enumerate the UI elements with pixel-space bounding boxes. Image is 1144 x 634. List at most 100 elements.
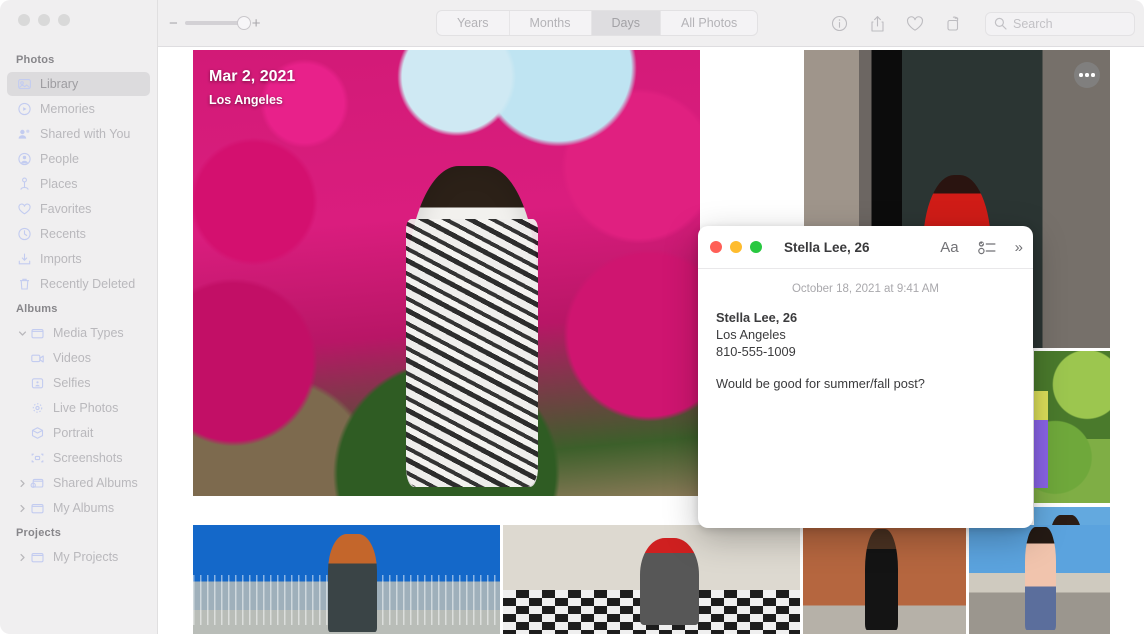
notes-content[interactable]: Stella Lee, 26 Los Angeles 810-555-1009 Wou…	[716, 309, 1015, 392]
sidebar: Photos Library Memories Shared with You Peop…	[0, 0, 158, 634]
notes-blank-line	[716, 360, 1015, 375]
notes-minimize-button[interactable]	[730, 241, 742, 253]
search-placeholder: Search	[1013, 16, 1053, 31]
sidebar-item-label: Places	[40, 177, 78, 191]
sidebar-item-shared-albums[interactable]: Shared Albums	[7, 471, 150, 495]
notes-close-button[interactable]	[710, 241, 722, 253]
sidebar-item-recents[interactable]: Recents	[7, 222, 150, 246]
notes-window[interactable]: Stella Lee, 26 Aa » October 18, 2021 at …	[698, 226, 1033, 528]
photo-hero[interactable]: Mar 2, 2021 Los Angeles	[193, 50, 700, 496]
photo-street[interactable]	[969, 525, 1110, 634]
sidebar-item-label: Portrait	[53, 426, 94, 440]
sidebar-item-imports[interactable]: Imports	[7, 247, 150, 271]
photo-date-label: Mar 2, 2021	[209, 68, 296, 85]
notes-text-line: Los Angeles	[716, 327, 786, 342]
live-photo-icon	[29, 401, 46, 416]
view-mode-all-photos[interactable]: All Photos	[661, 11, 757, 35]
hero-subject-pattern	[405, 219, 538, 488]
sidebar-item-selfies[interactable]: Selfies	[7, 371, 150, 395]
format-aa-button[interactable]: Aa	[940, 240, 958, 255]
clock-icon	[16, 227, 33, 242]
view-mode-segmented-control[interactable]: Years Months Days All Photos	[436, 10, 759, 36]
sidebar-item-label: Selfies	[53, 376, 91, 390]
sidebar-item-label: People	[40, 152, 79, 166]
search-icon	[994, 17, 1007, 30]
view-mode-years[interactable]: Years	[437, 11, 510, 35]
notes-body[interactable]: October 18, 2021 at 9:41 AM Stella Lee, …	[698, 269, 1033, 392]
shared-folder-icon	[29, 476, 46, 491]
sidebar-item-label: Videos	[53, 351, 91, 365]
library-icon	[16, 77, 33, 92]
checklist-icon[interactable]	[977, 240, 996, 255]
sidebar-item-favorites[interactable]: Favorites	[7, 197, 150, 221]
minimize-button[interactable]	[38, 14, 50, 26]
photo-checkered-floor[interactable]	[503, 525, 800, 634]
share-icon[interactable]	[867, 14, 887, 34]
sidebar-item-people[interactable]: People	[7, 147, 150, 171]
sidebar-item-shared-with-you[interactable]: Shared with You	[7, 122, 150, 146]
shared-with-you-icon	[16, 127, 33, 142]
zoom-slider[interactable]: − +	[169, 16, 261, 31]
expand-chevron-icon[interactable]: »	[1015, 240, 1023, 255]
twisty-expanded-icon[interactable]	[16, 329, 29, 338]
view-mode-months[interactable]: Months	[510, 11, 592, 35]
selfie-icon	[29, 376, 46, 391]
sidebar-item-live-photos[interactable]: Live Photos	[7, 396, 150, 420]
photo-subject-redhair	[328, 533, 378, 632]
photo-brick-wall[interactable]	[803, 525, 966, 634]
folder-icon	[29, 501, 46, 516]
maximize-button[interactable]	[58, 14, 70, 26]
notes-maximize-button[interactable]	[750, 241, 762, 253]
sidebar-list: Photos Library Memories Shared with You Peop…	[0, 34, 157, 569]
sidebar-section-header: Photos	[16, 54, 55, 66]
memories-icon	[16, 102, 33, 117]
sidebar-item-videos[interactable]: Videos	[7, 346, 150, 370]
zoom-slider-track[interactable]	[184, 16, 251, 30]
sidebar-item-label: Recents	[40, 227, 86, 241]
sidebar-item-label: Imports	[40, 252, 82, 266]
sidebar-item-screenshots[interactable]: Screenshots	[7, 446, 150, 470]
photo-subject-kimono-2	[1025, 527, 1057, 630]
sidebar-item-library[interactable]: Library	[7, 72, 150, 96]
sidebar-item-label: Library	[40, 77, 79, 91]
portrait-icon	[29, 426, 46, 441]
heart-icon[interactable]	[905, 14, 925, 34]
zoom-in-icon[interactable]: +	[252, 16, 261, 31]
sidebar-item-media-types[interactable]: Media Types	[7, 321, 150, 345]
sidebar-item-portrait[interactable]: Portrait	[7, 421, 150, 445]
notes-text-line: Would be good for summer/fall post?	[716, 376, 925, 391]
sidebar-item-places[interactable]: Places	[7, 172, 150, 196]
photo-subject-black-dress	[864, 529, 898, 630]
sidebar-item-label: Shared Albums	[53, 476, 138, 490]
twisty-collapsed-icon[interactable]	[16, 553, 29, 562]
close-button[interactable]	[18, 14, 30, 26]
view-mode-days[interactable]: Days	[591, 11, 661, 35]
sidebar-item-my-projects[interactable]: My Projects	[7, 545, 150, 569]
photo-bridge[interactable]	[193, 525, 500, 634]
sidebar-item-label: Screenshots	[53, 451, 123, 465]
twisty-collapsed-icon[interactable]	[16, 504, 29, 513]
video-icon	[29, 351, 46, 366]
notes-toolbar: Aa »	[940, 240, 1023, 255]
sidebar-item-memories[interactable]: Memories	[7, 97, 150, 121]
notes-text-line: 810-555-1009	[716, 344, 796, 359]
more-options-button[interactable]	[1074, 62, 1100, 88]
info-icon[interactable]	[829, 14, 849, 34]
sidebar-item-my-albums[interactable]: My Albums	[7, 496, 150, 520]
sidebar-section-header: Projects	[16, 527, 62, 539]
search-input[interactable]: Search	[985, 11, 1135, 36]
rotate-icon[interactable]	[943, 14, 963, 34]
sidebar-item-recently-deleted[interactable]: Recently Deleted	[7, 272, 150, 296]
zoom-slider-knob[interactable]	[236, 16, 251, 30]
heart-icon	[16, 202, 33, 217]
notes-text-line: Stella Lee, 26	[716, 310, 798, 325]
import-icon	[16, 252, 33, 267]
photo-garden[interactable]	[1034, 351, 1110, 503]
twisty-collapsed-icon[interactable]	[16, 479, 29, 488]
sidebar-item-label: Live Photos	[53, 401, 119, 415]
zoom-out-icon[interactable]: −	[169, 16, 178, 31]
photo-location-label: Los Angeles	[209, 93, 283, 107]
photo-subject-purple-pants	[1034, 390, 1048, 488]
toolbar: − + Years Months Days All Photos Search	[158, 0, 1144, 47]
photos-app-window: Photos Library Memories Shared with You Peop…	[0, 0, 1144, 634]
